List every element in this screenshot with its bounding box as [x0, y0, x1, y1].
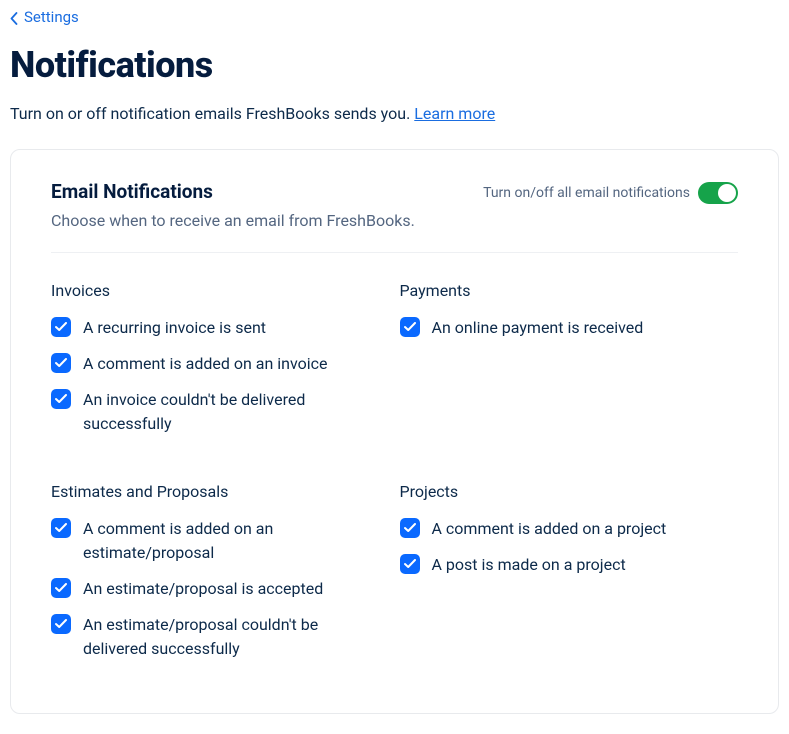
- option-project-post: A post is made on a project: [400, 553, 739, 577]
- option-label: A comment is added on an estimate/propos…: [83, 517, 383, 565]
- group-estimates: Estimates and Proposals A comment is add…: [51, 482, 390, 673]
- toggle-all-notifications[interactable]: [698, 182, 738, 204]
- chevron-left-icon: [10, 11, 18, 24]
- checkbox-estimate-undelivered[interactable]: [51, 614, 71, 634]
- option-label: A comment is added on an invoice: [83, 352, 328, 376]
- checkbox-estimate-accepted[interactable]: [51, 578, 71, 598]
- checkbox-project-comment[interactable]: [400, 518, 420, 538]
- option-payment-received: An online payment is received: [400, 316, 739, 340]
- card-header: Email Notifications Choose when to recei…: [51, 180, 738, 253]
- card-title: Email Notifications: [51, 180, 483, 203]
- checkbox-project-post[interactable]: [400, 554, 420, 574]
- option-invoice-undelivered: An invoice couldn't be delivered success…: [51, 388, 390, 436]
- option-label: An invoice couldn't be delivered success…: [83, 388, 383, 436]
- page-subtitle: Turn on or off notification emails Fresh…: [10, 104, 779, 123]
- option-label: A comment is added on a project: [432, 517, 667, 541]
- option-label: A post is made on a project: [432, 553, 626, 577]
- page-title: Notifications: [10, 44, 779, 86]
- option-label: An online payment is received: [432, 316, 644, 340]
- checkbox-invoice-comment[interactable]: [51, 353, 71, 373]
- checkbox-invoice-undelivered[interactable]: [51, 389, 71, 409]
- group-projects: Projects A comment is added on a project…: [400, 482, 739, 673]
- card-description: Choose when to receive an email from Fre…: [51, 211, 483, 230]
- email-notifications-card: Email Notifications Choose when to recei…: [10, 149, 779, 714]
- option-invoice-comment: A comment is added on an invoice: [51, 352, 390, 376]
- option-estimate-accepted: An estimate/proposal is accepted: [51, 577, 390, 601]
- group-title-invoices: Invoices: [51, 281, 390, 300]
- toggle-knob: [718, 184, 736, 202]
- option-invoice-recurring: A recurring invoice is sent: [51, 316, 390, 340]
- group-title-projects: Projects: [400, 482, 739, 501]
- group-payments: Payments An online payment is received: [400, 281, 739, 448]
- breadcrumb-settings[interactable]: Settings: [10, 8, 79, 26]
- option-estimate-undelivered: An estimate/proposal couldn't be deliver…: [51, 613, 390, 661]
- group-title-payments: Payments: [400, 281, 739, 300]
- group-title-estimates: Estimates and Proposals: [51, 482, 390, 501]
- checkbox-invoice-recurring[interactable]: [51, 317, 71, 337]
- option-label: An estimate/proposal couldn't be deliver…: [83, 613, 383, 661]
- option-label: An estimate/proposal is accepted: [83, 577, 323, 601]
- subtitle-text: Turn on or off notification emails Fresh…: [10, 104, 414, 123]
- learn-more-link[interactable]: Learn more: [414, 104, 495, 123]
- option-label: A recurring invoice is sent: [83, 316, 266, 340]
- group-invoices: Invoices A recurring invoice is sent A c…: [51, 281, 390, 448]
- breadcrumb-label: Settings: [24, 8, 79, 26]
- checkbox-estimate-comment[interactable]: [51, 518, 71, 538]
- toggle-all-label: Turn on/off all email notifications: [483, 185, 690, 201]
- checkbox-payment-received[interactable]: [400, 317, 420, 337]
- option-estimate-comment: A comment is added on an estimate/propos…: [51, 517, 390, 565]
- option-project-comment: A comment is added on a project: [400, 517, 739, 541]
